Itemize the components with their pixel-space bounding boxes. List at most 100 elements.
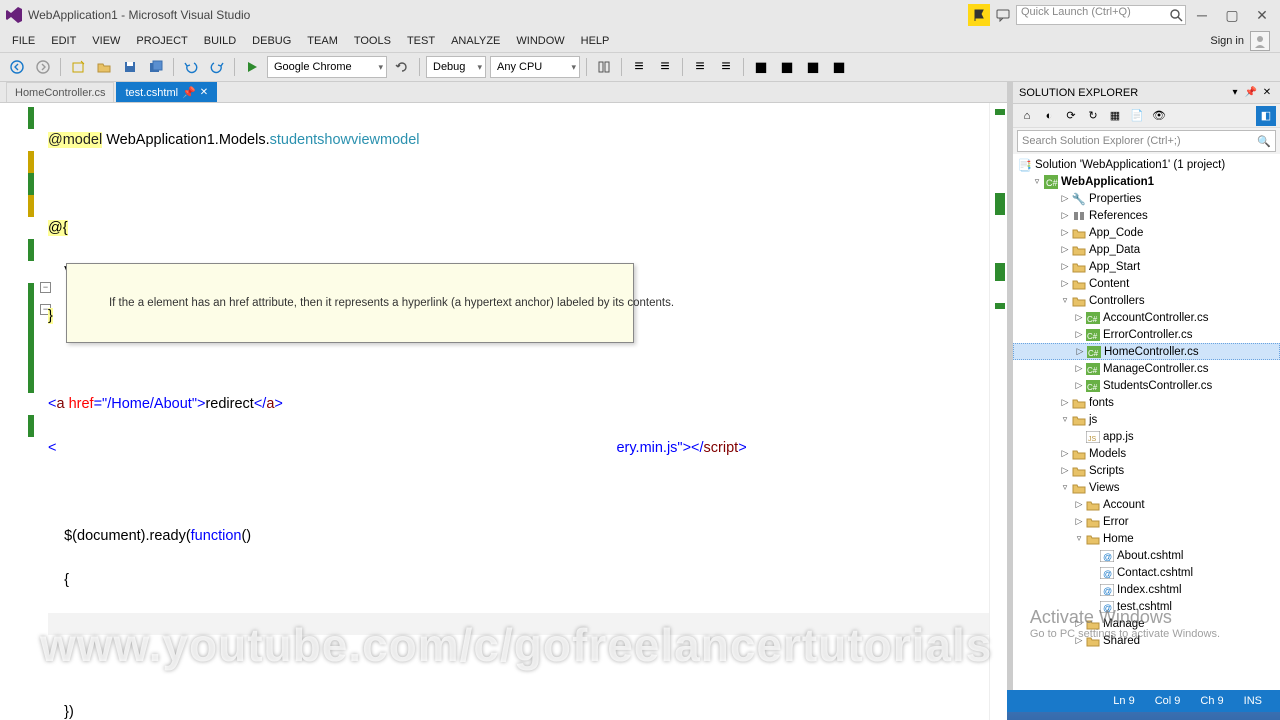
sync-icon[interactable]: ⟳ xyxy=(1061,106,1081,126)
tree-node[interactable]: ▿Home xyxy=(1013,530,1280,547)
svg-text:JS: JS xyxy=(1088,436,1097,443)
tree-node[interactable]: @test.cshtml xyxy=(1013,598,1280,615)
browser-select[interactable]: Google Chrome xyxy=(267,56,387,78)
properties-icon[interactable]: 📄 xyxy=(1127,106,1147,126)
tree-node[interactable]: ▷App_Data xyxy=(1013,241,1280,258)
tree-node[interactable]: ▷Error xyxy=(1013,513,1280,530)
menu-project[interactable]: Project xyxy=(128,33,195,49)
tree-node[interactable]: ▷Scripts xyxy=(1013,462,1280,479)
uncomment-button[interactable]: ≡ xyxy=(654,56,676,78)
menu-analyze[interactable]: Analyze xyxy=(443,33,508,49)
tree-node[interactable]: ▷References xyxy=(1013,207,1280,224)
tab-close-icon[interactable]: ✕ xyxy=(200,87,208,98)
tree-node[interactable]: ▷🔧Properties xyxy=(1013,190,1280,207)
preview-icon[interactable]: 👁 xyxy=(1149,106,1169,126)
tree-node[interactable]: ▷C#StudentsController.cs xyxy=(1013,377,1280,394)
folder-icon xyxy=(1085,498,1101,512)
tree-node[interactable]: ▷C#HomeController.cs xyxy=(1013,343,1280,360)
tree-node[interactable]: ▿Views xyxy=(1013,479,1280,496)
comment-button[interactable]: ≡ xyxy=(628,56,650,78)
tree-node[interactable]: @About.cshtml xyxy=(1013,547,1280,564)
nav-forward-button[interactable] xyxy=(32,56,54,78)
show-all-icon[interactable]: ▦ xyxy=(1105,106,1125,126)
close-button[interactable]: ✕ xyxy=(1248,4,1276,26)
status-ins: INS xyxy=(1234,695,1272,707)
menu-file[interactable]: File xyxy=(4,33,43,49)
panel-close-icon[interactable]: ✕ xyxy=(1260,86,1274,100)
tree-node[interactable]: JSapp.js xyxy=(1013,428,1280,445)
refresh-icon[interactable]: ↻ xyxy=(1083,106,1103,126)
indent-button[interactable]: ≡ xyxy=(689,56,711,78)
tree-node[interactable]: ▷fonts xyxy=(1013,394,1280,411)
cs-icon: C# xyxy=(1085,379,1101,393)
menu-window[interactable]: Window xyxy=(508,33,572,49)
bookmark-clear-button[interactable]: ◼ xyxy=(828,56,850,78)
bookmark-button[interactable]: ◼ xyxy=(750,56,772,78)
pin-icon[interactable]: 📌 xyxy=(182,86,196,99)
home-icon[interactable]: ⌂ xyxy=(1017,106,1037,126)
folder-icon xyxy=(1071,294,1087,308)
menu-help[interactable]: Help xyxy=(573,33,618,49)
solution-search-input[interactable]: Search Solution Explorer (Ctrl+;) 🔍 xyxy=(1017,130,1276,152)
cs-icon: C# xyxy=(1085,362,1101,376)
tree-node[interactable]: ▷Models xyxy=(1013,445,1280,462)
menu-view[interactable]: View xyxy=(84,33,128,49)
find-button[interactable] xyxy=(593,56,615,78)
tree-node[interactable]: ▷Shared xyxy=(1013,632,1280,649)
maximize-button[interactable]: ▢ xyxy=(1218,4,1246,26)
cshtml-icon: @ xyxy=(1099,600,1115,614)
toolbar: Google Chrome Debug Any CPU ≡ ≡ ≡ ≡ ◼ ◼ … xyxy=(0,52,1280,82)
redo-button[interactable] xyxy=(206,56,228,78)
config-select[interactable]: Debug xyxy=(426,56,486,78)
browser-refresh-button[interactable] xyxy=(391,56,413,78)
signin-link[interactable]: Sign in xyxy=(1210,35,1244,47)
bookmark-next-button[interactable]: ◼ xyxy=(776,56,798,78)
menu-build[interactable]: Build xyxy=(196,33,244,49)
csharp-project-icon: C# xyxy=(1043,175,1059,189)
menu-test[interactable]: Test xyxy=(399,33,443,49)
tree-node[interactable]: ▷App_Start xyxy=(1013,258,1280,275)
undo-button[interactable] xyxy=(180,56,202,78)
menu-team[interactable]: Team xyxy=(299,33,346,49)
pin-icon[interactable]: 📌 xyxy=(1244,86,1258,100)
menu-debug[interactable]: Debug xyxy=(244,33,299,49)
start-button[interactable] xyxy=(241,56,263,78)
view-icon[interactable]: ◧ xyxy=(1256,106,1276,126)
tree-node[interactable]: ▷Account xyxy=(1013,496,1280,513)
tree-node[interactable]: ▷C#ManageController.cs xyxy=(1013,360,1280,377)
minimize-button[interactable]: ─ xyxy=(1188,4,1216,26)
tree-node[interactable]: ▷C#AccountController.cs xyxy=(1013,309,1280,326)
tab-test-cshtml[interactable]: test.cshtml 📌 ✕ xyxy=(116,82,217,102)
tree-node[interactable]: ▷Manage xyxy=(1013,615,1280,632)
bookmark-prev-button[interactable]: ◼ xyxy=(802,56,824,78)
tree-node[interactable]: ▷Content xyxy=(1013,275,1280,292)
menu-edit[interactable]: Edit xyxy=(43,33,84,49)
feedback-icon[interactable] xyxy=(992,4,1014,26)
open-file-button[interactable] xyxy=(93,56,115,78)
tree-node[interactable]: ▿Controllers xyxy=(1013,292,1280,309)
tree-node[interactable]: @Index.cshtml xyxy=(1013,581,1280,598)
ref-icon xyxy=(1071,209,1087,223)
save-all-button[interactable] xyxy=(145,56,167,78)
tree-node[interactable]: @Contact.cshtml xyxy=(1013,564,1280,581)
new-project-button[interactable] xyxy=(67,56,89,78)
solution-tree[interactable]: 📑 Solution 'WebApplication1' (1 project)… xyxy=(1013,154,1280,690)
outdent-button[interactable]: ≡ xyxy=(715,56,737,78)
platform-select[interactable]: Any CPU xyxy=(490,56,580,78)
collapse-icon[interactable]: ◐ xyxy=(1039,106,1059,126)
avatar-icon[interactable] xyxy=(1250,31,1270,51)
code-editor[interactable]: − − @model WebApplication1.Models.studen… xyxy=(0,103,1007,720)
notification-flag-icon[interactable] xyxy=(968,4,990,26)
tree-node[interactable]: ▷App_Code xyxy=(1013,224,1280,241)
folder-icon xyxy=(1071,277,1087,291)
save-button[interactable] xyxy=(119,56,141,78)
scrollbar-overview[interactable] xyxy=(989,103,1007,720)
tab-homecontroller[interactable]: HomeController.cs xyxy=(6,82,114,102)
tree-node[interactable]: ▿js xyxy=(1013,411,1280,428)
quick-launch-input[interactable]: Quick Launch (Ctrl+Q) xyxy=(1016,5,1186,25)
menu-tools[interactable]: Tools xyxy=(346,33,399,49)
nav-back-button[interactable] xyxy=(6,56,28,78)
menubar: File Edit View Project Build Debug Team … xyxy=(0,30,1280,52)
tree-node[interactable]: ▷C#ErrorController.cs xyxy=(1013,326,1280,343)
panel-dropdown-icon[interactable]: ▾ xyxy=(1228,86,1242,100)
